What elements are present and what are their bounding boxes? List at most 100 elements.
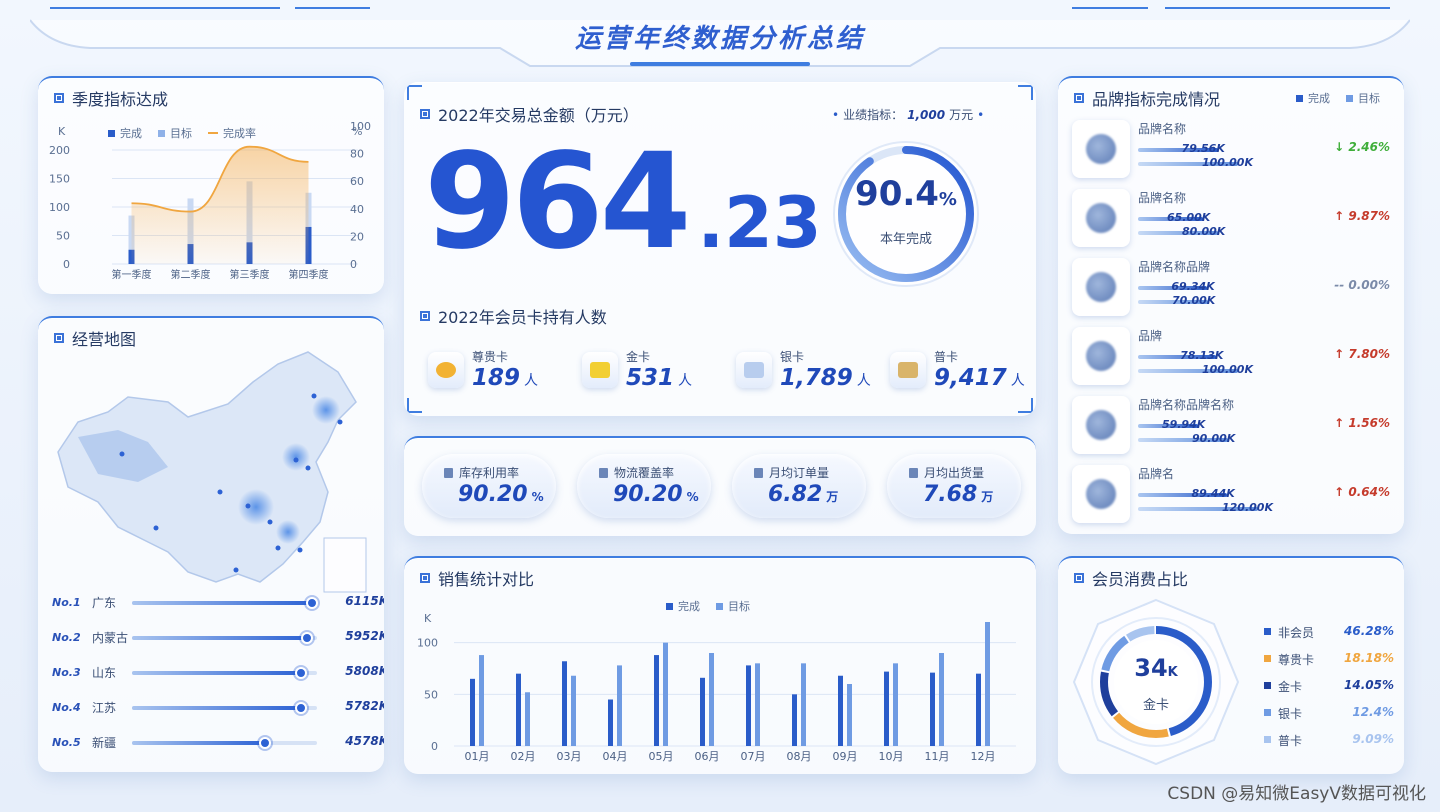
header: 运营年终数据分析总结 [30, 0, 1410, 70]
member-card-value: 1,789 [780, 365, 853, 391]
square-bullet-icon [420, 109, 430, 119]
member-card-text: 尊贵卡 189 人 [472, 348, 538, 391]
rank-track [132, 737, 317, 749]
brand-done-value: 65.00K [1167, 211, 1211, 224]
kpi-value-wrap: 90.20% [458, 482, 544, 507]
sales-month-label: 09月 [833, 750, 858, 763]
rank-fill [132, 671, 302, 675]
member-card-unit: 人 [678, 373, 693, 389]
sales-done-bar [792, 694, 797, 746]
sales-month-label: 04月 [603, 750, 628, 763]
member-card-unit: 人 [856, 373, 871, 389]
kpi-label: 物流覆盖率 [614, 466, 675, 480]
trade-amount: 964 .23 [424, 132, 822, 272]
kpi-label: 库存利用率 [459, 466, 520, 480]
brand-done-value: 69.34K [1171, 280, 1215, 293]
sales-tick: 100 [417, 637, 438, 650]
member-card-value: 531 [626, 365, 675, 391]
member-card-unit: 人 [524, 373, 539, 389]
kpi-value: 6.82 [768, 482, 823, 507]
brand-target-value: 70.00K [1172, 294, 1216, 307]
rank-number: No.4 [52, 701, 81, 714]
sales-done-bar [470, 678, 475, 746]
brand-done-value: 79.56K [1181, 142, 1225, 155]
square-bullet-icon [1074, 93, 1084, 103]
sales-done-bar [516, 673, 521, 746]
kpi-value-wrap: 90.20% [613, 482, 699, 507]
member-count-title: 2022年会员卡持有人数 [420, 304, 607, 328]
rank-handle [295, 702, 308, 714]
brand-name: 品牌名称品牌 [1138, 260, 1211, 274]
sales-month-label: 12月 [971, 750, 996, 763]
kpi-value-wrap: 7.68 万 [923, 482, 993, 507]
brand-name: 品牌名称 [1138, 122, 1187, 136]
rank-handle [306, 597, 318, 609]
doc-icon [754, 467, 763, 478]
gauge-value: 90.4% [855, 174, 957, 214]
sales-done-bar [746, 665, 751, 746]
member-card-value: 9,417 [934, 365, 1007, 391]
member-card-row: 尊贵卡 189 人金卡 531 人银卡 1,789 人普卡 9,417 人 [428, 348, 1028, 392]
brand-panel: 品牌指标完成情况 完成 目标 品牌名称 79.56K 100.00K ↓ 2.46% 品… [1058, 76, 1404, 534]
brand-change: -- 0.00% [1334, 278, 1390, 292]
sales-month-label: 01月 [465, 750, 490, 763]
quarter-left-tick: 50 [56, 230, 70, 243]
doc-icon [599, 467, 608, 478]
brand-logo-image [1072, 396, 1130, 454]
sales-done-bar [700, 677, 705, 746]
brand-change: ↑ 0.64% [1334, 485, 1390, 499]
member-card: 普卡 9,417 人 [890, 348, 1025, 391]
silver-card-icon [736, 351, 772, 388]
rank-value: 5782K [345, 699, 384, 713]
rank-row: No.3 山东 5808K [52, 664, 384, 684]
kpi-unit: % [531, 490, 544, 504]
rank-province: 新疆 [92, 736, 117, 750]
sales-done-bar [562, 661, 567, 746]
member-share-percent: 46.28% [1344, 624, 1394, 638]
member-card: 尊贵卡 189 人 [428, 348, 538, 391]
sales-target-bar [709, 653, 714, 746]
kpi-value: 90.20 [613, 482, 683, 507]
gauge-outer-ring [833, 141, 979, 287]
brand-logo-image [1072, 189, 1130, 247]
rank-number: No.1 [52, 596, 81, 609]
sales-target-bar [801, 663, 806, 746]
brand-logo-image [1072, 327, 1130, 385]
brand-name: 品牌名 [1138, 467, 1175, 481]
rank-row: No.5 新疆 4578K [52, 734, 384, 754]
sales-done-bar [884, 671, 889, 746]
donut-center-value: 34K [1134, 654, 1178, 682]
member-card-value-wrap: 189 人 [472, 365, 538, 391]
member-card: 银卡 1,789 人 [736, 348, 871, 391]
member-share-row: 普卡 9.09% [1264, 732, 1394, 750]
rank-fill [132, 601, 312, 605]
trade-panel: 2022年交易总金额（万元） • 业绩指标： 1,000 万元 • 964 .23 … [404, 82, 1036, 416]
brand-row: 品牌名称 65.00K 80.00K ↑ 9.87% [1072, 187, 1390, 249]
gauge-label: 本年完成 [879, 232, 932, 247]
rank-track [132, 667, 317, 679]
rank-row: No.4 江苏 5782K [52, 699, 384, 719]
rank-value: 4578K [345, 734, 384, 748]
brand-done-value: 89.44K [1191, 487, 1235, 500]
donut-center-label: 金卡 [1142, 698, 1169, 713]
brand-change: ↑ 9.87% [1334, 209, 1390, 223]
completion-gauge [833, 141, 979, 287]
kpi-label-wrap: 物流覆盖率 [599, 464, 674, 481]
kpi-label-wrap: 库存利用率 [444, 464, 519, 481]
member-share-name: 普卡 [1278, 734, 1303, 748]
rank-value: 6115K [345, 594, 384, 608]
member-share-percent: 18.18% [1344, 651, 1394, 665]
member-card-value-wrap: 1,789 人 [780, 365, 871, 391]
quarter-left-tick: 200 [49, 144, 70, 157]
quarter-category-label: 第三季度 [230, 268, 270, 281]
member-card-label: 普卡 [934, 350, 959, 364]
member-card-label: 金卡 [626, 350, 651, 364]
brand-row: 品牌 78.13K 100.00K ↑ 7.80% [1072, 325, 1390, 387]
target-indicator: • 业绩指标： 1,000 万元 • [832, 107, 985, 123]
brand-target-value: 100.00K [1202, 156, 1253, 169]
kpi-label-wrap: 月均出货量 [909, 464, 984, 481]
brand-row: 品牌名 89.44K 120.00K ↑ 0.64% [1072, 463, 1390, 525]
quarter-right-tick: 0 [350, 258, 357, 271]
quarter-right-tick: 20 [350, 230, 364, 243]
member-share-row: 尊贵卡 18.18% [1264, 651, 1394, 669]
